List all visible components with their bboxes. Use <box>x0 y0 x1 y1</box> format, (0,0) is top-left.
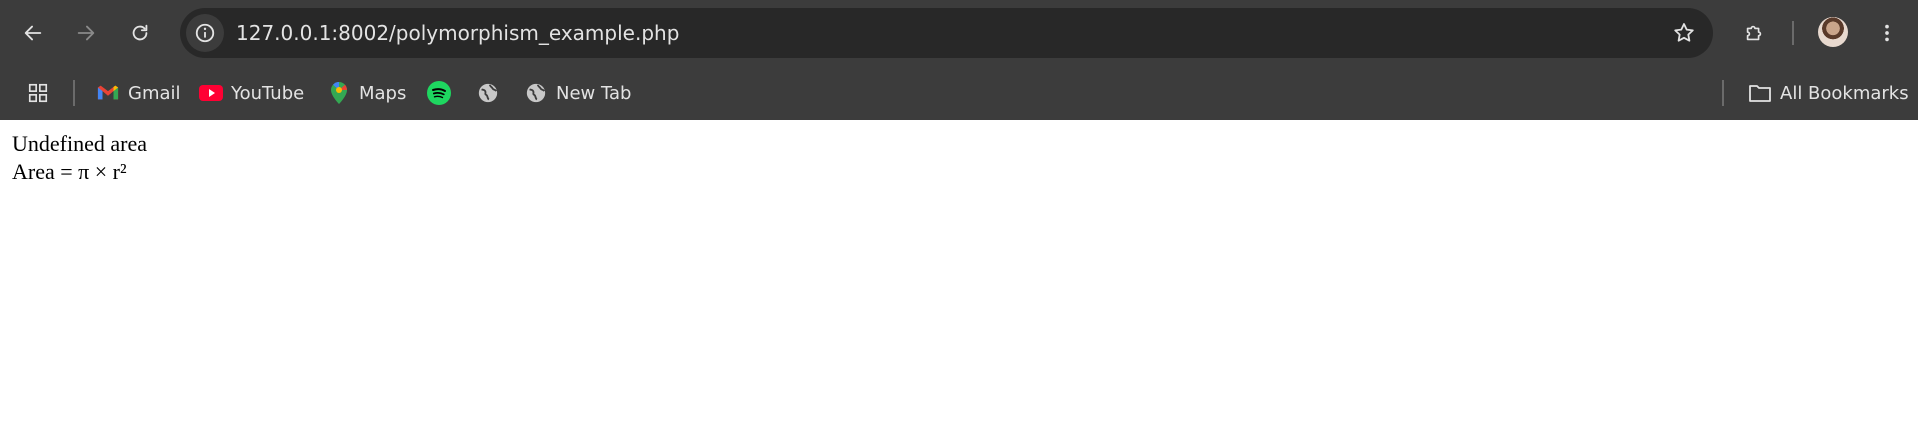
apps-grid-icon <box>26 81 50 105</box>
globe-icon <box>476 81 500 105</box>
all-bookmarks-label: All Bookmarks <box>1780 82 1909 104</box>
avatar[interactable] <box>1818 17 1848 47</box>
forward-arrow-icon <box>77 25 95 41</box>
bookmark-label: Maps <box>359 82 407 104</box>
bookmark-youtube[interactable]: YouTube <box>199 74 304 112</box>
puzzle-piece-icon <box>1746 25 1762 41</box>
address-bar[interactable]: 127.0.0.1:8002/polymorphism_example.php <box>180 8 1713 58</box>
globe-icon <box>524 81 548 105</box>
bookmark-globe[interactable] <box>476 74 508 112</box>
bookmark-gmail[interactable]: Gmail <box>96 74 181 112</box>
reload-button[interactable] <box>121 14 159 52</box>
bookmark-label: New Tab <box>556 82 632 104</box>
gmail-icon <box>96 81 120 105</box>
bookmark-new-tab[interactable]: New Tab <box>524 74 631 112</box>
browser-toolbar: 127.0.0.1:8002/polymorphism_example.php <box>0 0 1918 66</box>
bookmark-label: YouTube <box>231 82 305 104</box>
browser-chrome: 127.0.0.1:8002/polymorphism_example.php <box>0 0 1918 120</box>
three-dots-menu-icon <box>1885 24 1889 42</box>
folder-icon <box>1748 81 1772 105</box>
bookmarks-bar: Gmail YouTube Maps New Tab All Bookmarks <box>0 66 1918 120</box>
bookmarks-divider <box>1722 80 1724 106</box>
undefined-area-text: Undefined area <box>12 131 147 156</box>
bookmark-star-button[interactable] <box>1665 14 1703 52</box>
area-formula-text: Area = π × r² <box>12 159 127 184</box>
bookmark-spotify[interactable] <box>427 74 459 112</box>
toolbar-divider <box>1792 21 1794 45</box>
spotify-icon <box>427 81 451 105</box>
extensions-button[interactable] <box>1735 14 1773 52</box>
back-button[interactable] <box>14 14 52 52</box>
bookmarks-divider <box>73 80 75 106</box>
page-content: Undefined area Area = π × r² <box>0 120 1918 448</box>
youtube-icon <box>199 81 223 105</box>
menu-button[interactable] <box>1868 14 1906 52</box>
site-info-button[interactable] <box>186 14 224 52</box>
apps-button[interactable] <box>26 74 58 112</box>
star-icon <box>1674 23 1694 42</box>
maps-icon <box>327 81 351 105</box>
reload-icon <box>132 24 148 41</box>
back-arrow-icon <box>24 25 42 41</box>
url-text[interactable]: 127.0.0.1:8002/polymorphism_example.php <box>236 8 679 58</box>
info-icon <box>195 23 215 43</box>
bookmark-label: Gmail <box>128 82 181 104</box>
bookmark-maps[interactable]: Maps <box>327 74 406 112</box>
forward-button[interactable] <box>67 14 105 52</box>
all-bookmarks-button[interactable]: All Bookmarks <box>1748 74 1909 112</box>
